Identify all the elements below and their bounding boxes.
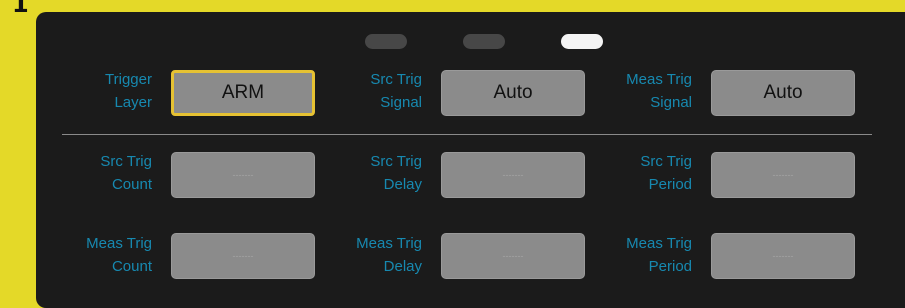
meas-trig-period-field[interactable]: ------- (711, 233, 855, 279)
trigger-layer-label: Trigger Layer (22, 68, 152, 114)
src-trig-signal-label-line2: Signal (380, 94, 422, 111)
meas-trig-signal-label-line2: Signal (650, 94, 692, 111)
divider (62, 134, 872, 135)
meas-trig-signal-label-line1: Meas Trig (626, 71, 692, 88)
src-trig-signal-label-line1: Src Trig (370, 71, 422, 88)
src-trig-period-label: Src Trig Period (562, 150, 692, 196)
page-indicator-dot-2[interactable] (463, 34, 505, 49)
meas-trig-count-label-line2: Count (111, 258, 152, 275)
meas-trig-signal-label: Meas Trig Signal (562, 68, 692, 114)
src-trig-period-label-line2: Period (648, 176, 692, 193)
meas-trig-count-label-line1: Meas Trig (86, 235, 152, 252)
meas-trig-delay-label-line2: Delay (383, 258, 422, 275)
src-trig-delay-label-line2: Delay (383, 176, 422, 193)
src-trig-period-field[interactable]: ------- (711, 152, 855, 198)
meas-trig-delay-label: Meas Trig Delay (292, 232, 422, 278)
meas-trig-count-label: Meas Trig Count (22, 232, 152, 278)
src-trig-count-label: Src Trig Count (22, 150, 152, 196)
src-trig-delay-label: Src Trig Delay (292, 150, 422, 196)
meas-trig-period-label-line2: Period (648, 258, 692, 275)
src-trig-count-label-line1: Src Trig (100, 153, 152, 170)
meas-trig-period-label: Meas Trig Period (562, 232, 692, 278)
trigger-layer-label-line2: Layer (114, 94, 152, 111)
meas-trig-signal-button[interactable]: Auto (711, 70, 855, 116)
tab-number: 1 (12, 0, 29, 18)
trigger-layer-label-line1: Trigger (105, 71, 152, 88)
src-trig-signal-label: Src Trig Signal (292, 68, 422, 114)
meas-trig-delay-label-line1: Meas Trig (356, 235, 422, 252)
page-indicator-dot-3-active[interactable] (561, 34, 603, 49)
src-trig-delay-label-line1: Src Trig (370, 153, 422, 170)
page-indicator-dot-1[interactable] (365, 34, 407, 49)
src-trig-count-label-line2: Count (111, 176, 152, 193)
meas-trig-period-label-line1: Meas Trig (626, 235, 692, 252)
src-trig-period-label-line1: Src Trig (640, 153, 692, 170)
